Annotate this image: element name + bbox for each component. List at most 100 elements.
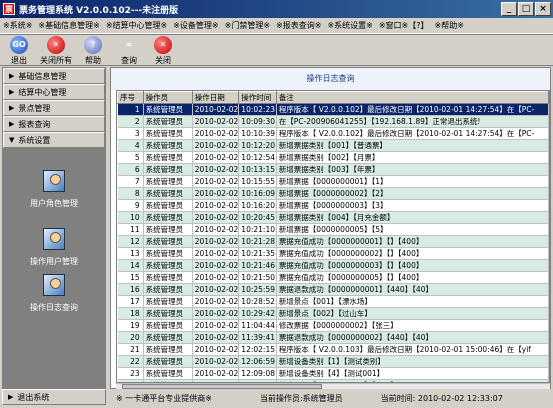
operator-user-management-item[interactable]: 操作用户管理 <box>3 228 105 267</box>
table-cell: 系统管理员 <box>143 307 193 320</box>
table-row[interactable]: 7 系统管理员 2010-02-02 10:15:55 新增票据【0000000001】… <box>117 175 549 188</box>
table-row[interactable]: 1 系统管理员 2010-02-02 10:02:23 程序版本【 V2.0.0.102… <box>117 103 549 116</box>
table-cell: 程序版本【 V2.0.0.103】最后修改日期【2010-02-01 15:00… <box>276 343 549 356</box>
exit-system-label: 退出系统 <box>17 392 50 402</box>
status-bar: ※ 一卡通平台专业提供商※ 当前操作员:系统管理员 当前时间: 2010-02-… <box>110 390 551 406</box>
close-window-button[interactable]: × <box>535 2 551 16</box>
table-row[interactable]: 6 系统管理员 2010-02-02 10:13:15 新增票据类别【003】【年票】 <box>117 163 549 176</box>
sidebar: ▶ 基础信息管理 ▶ 结算中心管理 ▶ 景点管理 ▶ 报表查询 ▼ 系统设置 用户角色管理… <box>2 67 106 390</box>
table-cell: 新增景点【002】【过山车】 <box>276 307 549 320</box>
log-table: 序号 操作员 操作日期 操作时间 备注 1 系统管理员 2010-02-02 10:0… <box>117 91 549 382</box>
table-row[interactable]: 16 系统管理员 2010-02-02 10:25:59 票据退款成功【00000000… <box>117 283 549 296</box>
binoculars-icon: ∞ <box>125 40 133 49</box>
column-header-remark[interactable]: 备注 <box>275 91 549 104</box>
column-header-time[interactable]: 操作时间 <box>238 91 277 104</box>
exit-button[interactable]: GO 退出 <box>3 36 35 66</box>
table-cell: 12:06:59 <box>238 355 277 368</box>
menu-access-control[interactable]: ※门禁管理※ <box>222 20 273 31</box>
scrollbar-thumb[interactable] <box>122 384 322 389</box>
table-cell: 新增票据类别【001】【普通票】 <box>276 139 549 152</box>
table-cell: 10:16:09 <box>238 187 277 200</box>
table-row[interactable]: 11 系统管理员 2010-02-02 10:21:10 新增票据【0000000005… <box>117 223 549 236</box>
table-cell: 19 <box>117 319 144 332</box>
menu-device[interactable]: ※设备管理※ <box>170 20 221 31</box>
table-row[interactable]: 3 系统管理员 2010-02-02 10:10:39 程序版本【 V2.0.0.102… <box>117 127 549 140</box>
table-row[interactable]: 12 系统管理员 2010-02-02 10:21:28 票据充值成功【00000000… <box>117 235 549 248</box>
table-cell: 10:12:54 <box>238 151 277 164</box>
table-row[interactable]: 19 系统管理员 2010-02-02 11:04:44 修改票据【0000000002… <box>117 319 549 332</box>
sidebar-item-scenic[interactable]: ▶ 景点管理 <box>3 100 105 116</box>
table-row[interactable]: 15 系统管理员 2010-02-02 10:21:50 票据充值成功【00000000… <box>117 271 549 284</box>
table-row[interactable]: 14 系统管理员 2010-02-02 10:21:46 票据充值成功【00000000… <box>117 259 549 272</box>
table-row[interactable]: 17 系统管理员 2010-02-02 10:28:52 新增景点【001】【漂水场】 <box>117 295 549 308</box>
table-row[interactable]: 22 系统管理员 2010-02-02 12:06:59 新增设备类别【1】【测试类别】 <box>117 355 549 368</box>
table-cell: 11 <box>117 223 144 236</box>
menu-settings[interactable]: ※系统设置※ <box>324 20 375 31</box>
table-cell: 新增票据【0000000002】【2】 <box>276 187 549 200</box>
sidebar-item-basic-info[interactable]: ▶ 基础信息管理 <box>3 68 105 84</box>
table-cell: 新增票据类别【002】【月票】 <box>276 151 549 164</box>
column-header-operator[interactable]: 操作员 <box>142 91 193 104</box>
menu-settlement[interactable]: ※结算中心管理※ <box>103 20 170 31</box>
table-row[interactable]: 9 系统管理员 2010-02-02 10:16:20 新增票据【0000000003】… <box>117 199 549 212</box>
exit-label: 退出 <box>11 56 27 65</box>
sidebar-item-settlement[interactable]: ▶ 结算中心管理 <box>3 84 105 100</box>
user-role-icon <box>43 170 65 192</box>
menu-reports[interactable]: ※报表查询※ <box>273 20 324 31</box>
table-cell: 新增景点【001】【漂水场】 <box>276 295 549 308</box>
table-cell: 23 <box>117 367 144 380</box>
menu-window[interactable]: ※窗口※【?】 <box>376 20 432 31</box>
table-cell: 票据充值成功【0000000002】【】【400】 <box>276 247 549 260</box>
title-bar: 票 票务管理系统 V2.0.0.102---未注册版 _ □ × <box>0 0 553 18</box>
menu-system[interactable]: ※系统※ <box>0 20 35 31</box>
exit-system-button[interactable]: ▶ 退出系统 <box>2 389 106 405</box>
table-cell: 10:09:30 <box>238 115 277 128</box>
table-row[interactable]: 5 系统管理员 2010-02-02 10:12:54 新增票据类别【002】【月票】 <box>117 151 549 164</box>
maximize-button[interactable]: □ <box>518 2 534 16</box>
operator-user-icon <box>43 228 65 250</box>
table-cell: 15 <box>117 271 144 284</box>
query-button[interactable]: ∞ 查询 <box>113 36 145 66</box>
table-cell: 2010-02-02 <box>192 103 240 116</box>
table-cell: 2010-02-02 <box>192 211 240 224</box>
table-row[interactable]: 18 系统管理员 2010-02-02 10:29:42 新增景点【002】【过山车】 <box>117 307 549 320</box>
horizontal-scrollbar[interactable] <box>116 383 550 389</box>
minimize-button[interactable]: _ <box>501 2 517 16</box>
toolbar: GO 退出 ✕ 关闭所有 ? 帮助 ∞ 查询 ✕ 关闭 <box>0 34 553 66</box>
column-header-date[interactable]: 操作日期 <box>191 91 240 104</box>
table-row[interactable]: 10 系统管理员 2010-02-02 10:20:45 新增票据类别【004】【月充金… <box>117 211 549 224</box>
table-row[interactable]: 21 系统管理员 2010-02-02 12:02:15 程序版本【 V2.0.0.10… <box>117 343 549 356</box>
table-cell: 6 <box>117 163 144 176</box>
user-role-management-item[interactable]: 用户角色管理 <box>3 170 105 209</box>
sidebar-item-settings[interactable]: ▼ 系统设置 <box>3 132 105 148</box>
table-row[interactable]: 8 系统管理员 2010-02-02 10:16:09 新增票据【0000000002】… <box>117 187 549 200</box>
menu-help[interactable]: ※帮助※ <box>432 20 467 31</box>
sidebar-item-reports[interactable]: ▶ 报表查询 <box>3 116 105 132</box>
table-cell: 1 <box>117 103 144 116</box>
table-cell: 10:13:15 <box>238 163 277 176</box>
close-button[interactable]: ✕ 关闭 <box>147 36 179 66</box>
sidebar-item-label: 结算中心管理 <box>18 87 67 97</box>
close-all-button[interactable]: ✕ 关闭所有 <box>38 36 74 66</box>
table-row[interactable]: 13 系统管理员 2010-02-02 10:21:35 票据充值成功【00000000… <box>117 247 549 260</box>
table-cell: 2010-02-02 <box>192 139 240 152</box>
table-cell: 10:21:46 <box>238 259 277 272</box>
close-icon: ✕ <box>154 36 172 54</box>
column-header-index[interactable]: 序号 <box>117 91 144 104</box>
table-row[interactable]: 20 系统管理员 2010-02-02 11:39:41 票据退款成功【00000000… <box>117 331 549 344</box>
table-row[interactable]: 4 系统管理员 2010-02-02 10:12:20 新增票据类别【001】【普通票】 <box>117 139 549 152</box>
table-cell: 12 <box>117 235 144 248</box>
table-cell: 系统管理员 <box>143 367 193 380</box>
help-button[interactable]: ? 帮助 <box>77 36 109 66</box>
table-cell: 11:39:41 <box>238 331 277 344</box>
table-row[interactable]: 2 系统管理员 2010-02-02 10:09:30 在【PC-20090604125… <box>117 115 549 128</box>
operation-log-query-item[interactable]: 操作日志查询 <box>3 274 105 313</box>
status-time: 当前时间: 2010-02-02 12:33:07 <box>380 393 503 403</box>
sidebar-item-label: 系统设置 <box>18 135 51 145</box>
table-cell: 系统管理员 <box>143 163 193 176</box>
table-cell: 系统管理员 <box>143 319 193 332</box>
sidebar-item-label: 报表查询 <box>18 119 51 129</box>
menu-basic-info[interactable]: ※基础信息管理※ <box>35 20 102 31</box>
table-cell: 7 <box>117 175 144 188</box>
table-row[interactable]: 23 系统管理员 2010-02-02 12:09:08 新增设备类别【4】【测试001… <box>117 367 549 380</box>
